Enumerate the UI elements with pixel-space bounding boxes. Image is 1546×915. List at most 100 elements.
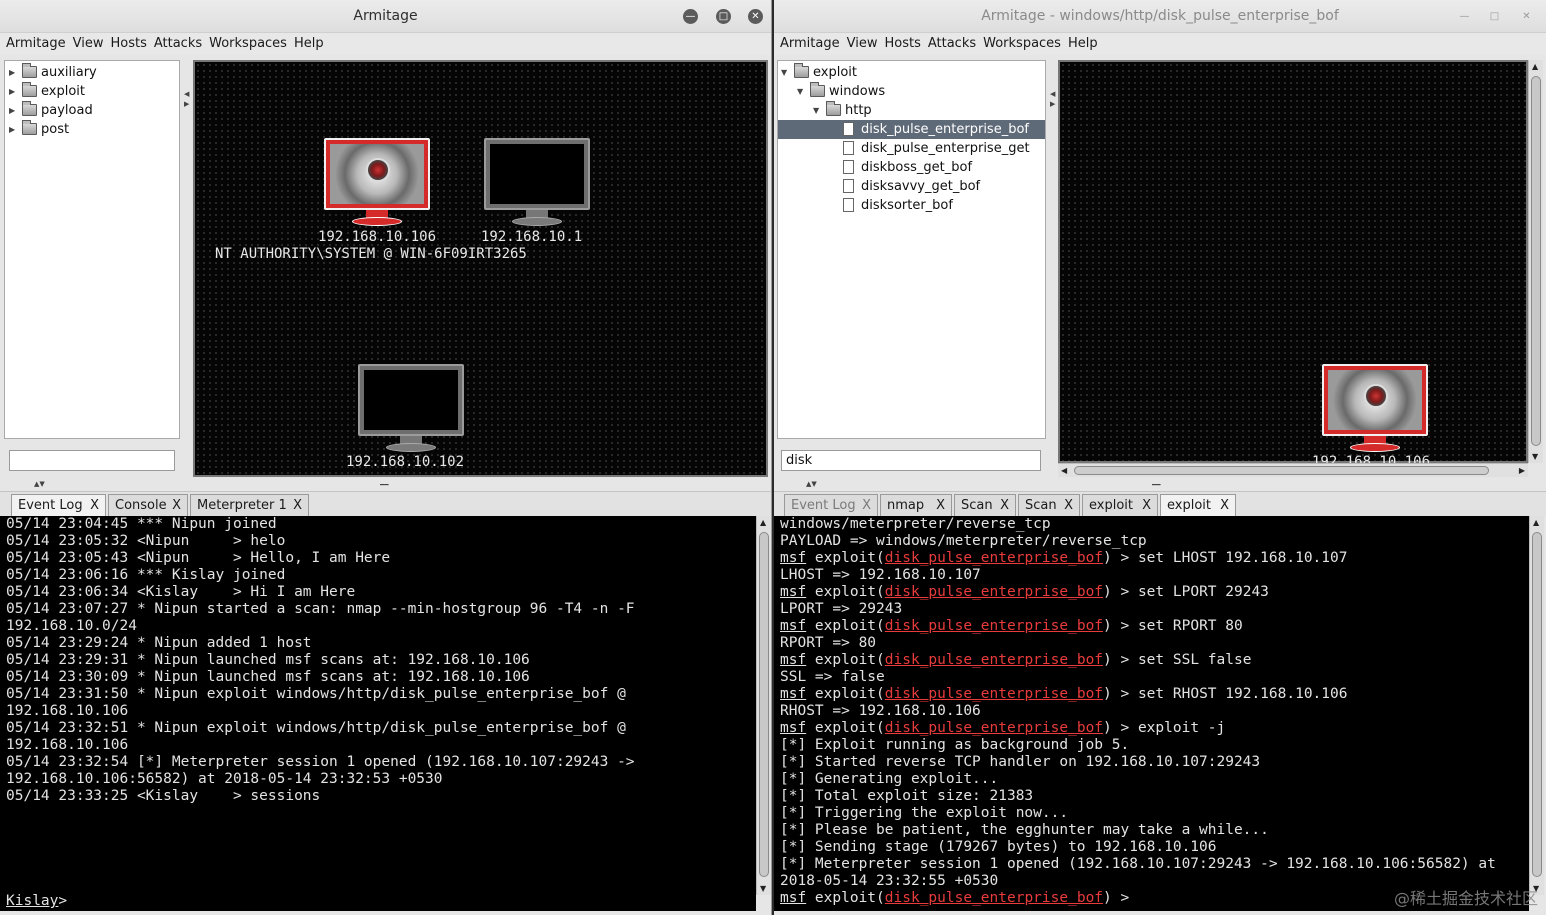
prompt-exploit: exploit( [806, 584, 885, 600]
collapse-arrow-icon[interactable]: ▼ [797, 82, 803, 101]
tree-item-exploit[interactable]: ▶ exploit [5, 82, 179, 101]
scroll-thumb[interactable] [1531, 76, 1541, 446]
menu-view[interactable]: View [843, 33, 881, 51]
collapse-left-icon[interactable]: ◀ [1050, 90, 1055, 98]
prompt-exploit: exploit( [806, 550, 885, 566]
tree-item-auxiliary[interactable]: ▶ auxiliary [5, 63, 179, 82]
target-graph[interactable]: 192.168.10.106 [1058, 60, 1528, 470]
graph-hscrollbar[interactable]: ◀ ▶ [1058, 463, 1528, 477]
maximize-icon[interactable]: □ [716, 9, 731, 24]
split-handle-icon[interactable]: ━━ [380, 481, 388, 489]
tab-exploit-active[interactable]: exploit X [1160, 494, 1236, 517]
expand-arrow-icon[interactable]: ▶ [9, 63, 15, 82]
close-tab-icon[interactable]: X [1220, 495, 1229, 516]
tree-item-module[interactable]: disk_pulse_enterprise_get [778, 139, 1045, 158]
tab-scan[interactable]: Scan X [954, 494, 1016, 517]
menu-help[interactable]: Help [1064, 33, 1101, 51]
menu-armitage[interactable]: Armitage [774, 33, 843, 51]
close-tab-icon[interactable]: X [1064, 495, 1073, 516]
menu-workspaces[interactable]: Workspaces [205, 33, 290, 51]
menu-hosts[interactable]: Hosts [106, 33, 149, 51]
log-scrollbar[interactable]: ▲ ▼ [756, 516, 771, 895]
monitor-icon [324, 138, 430, 210]
console-scrollbar[interactable]: ▲ ▼ [1529, 516, 1544, 895]
tree-item-module[interactable]: disksorter_bof [778, 196, 1045, 215]
tree-item-label: payload [41, 103, 93, 118]
prompt-close: ) [1103, 550, 1112, 566]
close-tab-icon[interactable]: X [90, 495, 99, 516]
console-line: PAYLOAD => windows/meterpreter/reverse_t… [780, 533, 1147, 549]
chat-prompt[interactable]: Kislay> [6, 893, 67, 910]
menu-workspaces[interactable]: Workspaces [979, 33, 1064, 51]
host-ip-label: 192.168.10.1 [481, 229, 583, 245]
tab-event-log[interactable]: Event Log X [11, 494, 106, 517]
scroll-thumb[interactable] [1074, 466, 1489, 475]
menu-hosts[interactable]: Hosts [880, 33, 923, 51]
collapse-arrow-icon[interactable]: ▼ [813, 101, 819, 120]
tree-item-post[interactable]: ▶ post [5, 120, 179, 139]
title-bar[interactable]: Armitage - windows/http/disk_pulse_enter… [774, 0, 1546, 33]
close-icon[interactable]: ✕ [748, 9, 763, 24]
minimize-icon[interactable]: — [683, 9, 698, 24]
log-line: 192.168.10.0/24 [6, 618, 137, 634]
tree-item-label: http [845, 103, 872, 118]
expand-arrow-icon[interactable]: ▶ [9, 101, 15, 120]
target-graph[interactable]: 192.168.10.106 NT AUTHORITY\SYSTEM @ WIN… [193, 60, 768, 477]
maximize-icon[interactable]: □ [1487, 9, 1502, 24]
scroll-thumb[interactable] [759, 532, 769, 877]
host-idle[interactable] [482, 138, 592, 228]
tab-nmap[interactable]: nmap X [880, 494, 952, 517]
close-tab-icon[interactable]: X [936, 495, 945, 516]
title-bar[interactable]: Armitage — □ ✕ [0, 0, 771, 33]
collapse-arrow-icon[interactable]: ▼ [781, 63, 787, 82]
minimize-icon[interactable]: — [1457, 9, 1472, 24]
tree-item-windows[interactable]: ▼ windows [778, 82, 1045, 101]
tab-event-log[interactable]: Event Log X [784, 494, 878, 517]
host-idle[interactable] [356, 364, 466, 454]
tab-scan[interactable]: Scan X [1018, 494, 1080, 517]
expand-arrow-icon[interactable]: ▶ [9, 82, 15, 101]
console-line: RPORT => 80 [780, 635, 877, 651]
menu-help[interactable]: Help [290, 33, 327, 51]
tree-item-payload[interactable]: ▶ payload [5, 101, 179, 120]
monitor-icon [1322, 364, 1428, 436]
module-search-input[interactable]: disk [781, 450, 1041, 471]
module-search-input[interactable] [9, 450, 175, 471]
msf-console-output[interactable]: windows/meterpreter/reverse_tcp PAYLOAD =… [774, 516, 1529, 911]
scroll-thumb[interactable] [1532, 532, 1542, 877]
close-tab-icon[interactable]: X [293, 495, 302, 516]
collapse-left-icon[interactable]: ◀ [184, 90, 189, 98]
close-tab-icon[interactable]: X [172, 495, 181, 516]
tab-console[interactable]: Console X [108, 494, 188, 517]
tree-item-exploit[interactable]: ▼ exploit [778, 63, 1045, 82]
collapse-right-icon[interactable]: ▶ [1050, 100, 1055, 108]
close-tab-icon[interactable]: X [1142, 495, 1151, 516]
file-icon [843, 141, 854, 155]
split-up-icon[interactable]: ▲▼ [806, 480, 817, 488]
menu-view[interactable]: View [69, 33, 107, 51]
menu-armitage[interactable]: Armitage [0, 33, 69, 51]
close-tab-icon[interactable]: X [1000, 495, 1009, 516]
collapse-right-icon[interactable]: ▶ [184, 100, 189, 108]
tab-exploit[interactable]: exploit X [1082, 494, 1158, 517]
tree-item-module-selected[interactable]: disk_pulse_enterprise_bof [778, 120, 1045, 139]
expand-arrow-icon[interactable]: ▶ [9, 120, 15, 139]
msf-prompt-line: msf exploit(disk_pulse_enterprise_bof) >… [774, 618, 1529, 635]
host-compromised[interactable] [1320, 364, 1430, 454]
split-up-icon[interactable]: ▲▼ [34, 480, 45, 488]
tab-label: Meterpreter 1 [197, 498, 287, 513]
menu-attacks[interactable]: Attacks [150, 33, 205, 51]
tab-meterpreter[interactable]: Meterpreter 1 X [190, 494, 309, 517]
event-log-output[interactable]: 05/14 23:04:45 *** Nipun joined 05/14 23:… [0, 516, 756, 911]
tree-item-module[interactable]: disksavvy_get_bof [778, 177, 1045, 196]
tree-item-label: auxiliary [41, 65, 97, 80]
split-handle-icon[interactable]: ━━ [1152, 481, 1160, 489]
host-compromised[interactable] [322, 138, 432, 228]
menu-attacks[interactable]: Attacks [924, 33, 979, 51]
tree-item-module[interactable]: diskboss_get_bof [778, 158, 1045, 177]
close-tab-icon[interactable]: X [862, 495, 871, 516]
graph-vscrollbar[interactable]: ▲ ▼ [1528, 60, 1543, 463]
log-line: 05/14 23:32:51 * Nipun exploit windows/h… [6, 720, 626, 736]
tree-item-http[interactable]: ▼ http [778, 101, 1045, 120]
close-icon[interactable]: ✕ [1519, 9, 1534, 24]
